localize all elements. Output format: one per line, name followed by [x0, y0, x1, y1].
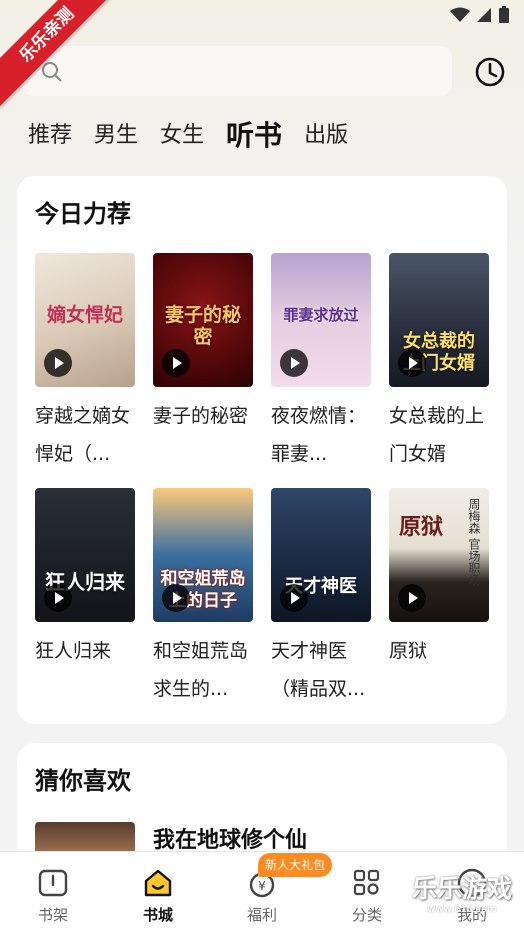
play-icon[interactable] [44, 349, 72, 377]
watermark-text: 乐乐游戏 [411, 874, 512, 903]
book-cover[interactable]: 罪妻求放过 [271, 253, 371, 387]
search-row [22, 46, 506, 98]
tab-female[interactable]: 女生 [160, 114, 204, 158]
status-icons [450, 6, 510, 24]
wifi-icon [450, 7, 470, 22]
nav-category[interactable]: 分类 [327, 866, 407, 925]
book-item[interactable]: 嫡女悍妃 穿越之嫡女悍妃（... [35, 253, 135, 473]
search-icon [42, 62, 62, 82]
cover-title: 罪妻求放过 [283, 305, 359, 324]
book-item[interactable]: 天才神医 天才神医（精品双... [271, 488, 371, 708]
history-clock-icon[interactable] [474, 56, 506, 88]
play-icon[interactable] [162, 584, 190, 612]
book-cover[interactable]: 狂人归来 [35, 488, 135, 622]
section-title: 猜你喜欢 [35, 767, 131, 795]
book-title[interactable]: 我在地球修个仙 [153, 822, 307, 854]
book-item[interactable]: 和空姐荒岛上的日子 和空姐荒岛求生的... [153, 488, 253, 708]
today-recommend-card: 今日力荐 嫡女悍妃 穿越之嫡女悍妃（... 妻子的秘密 妻子的秘密 罪妻求放过 … [17, 176, 507, 724]
tab-male[interactable]: 男生 [94, 114, 138, 158]
tab-audiobook[interactable]: 听书 [226, 114, 282, 158]
book-title[interactable]: 和空姐荒岛求生的... [153, 632, 253, 708]
play-icon[interactable] [398, 349, 426, 377]
bookshelf-icon [38, 869, 68, 897]
play-icon[interactable] [280, 349, 308, 377]
book-item[interactable]: 妻子的秘密 妻子的秘密 [153, 253, 253, 473]
tab-publish[interactable]: 出版 [304, 114, 348, 158]
cover-title: 嫡女悍妃 [46, 303, 123, 326]
book-item[interactable]: 罪妻求放过 夜夜燃情：罪妻... [271, 253, 371, 473]
book-title[interactable]: 原狱 [389, 632, 489, 708]
book-title[interactable]: 女总裁的上门女婿 [389, 397, 489, 473]
nav-label: 福利 [246, 906, 277, 924]
play-icon[interactable] [280, 584, 308, 612]
nav-label: 分类 [351, 906, 382, 924]
nav-bookshelf[interactable]: 书架 [13, 866, 93, 925]
signal-icon [477, 8, 491, 22]
play-icon[interactable] [398, 584, 426, 612]
battery-icon [499, 6, 509, 23]
book-title[interactable]: 狂人归来 [35, 632, 135, 708]
play-icon[interactable] [44, 584, 72, 612]
category-tabs: 推荐 男生 女生 听书 出版 [28, 114, 370, 158]
cover-subtitle: 周梅森 官场职场 [467, 498, 481, 586]
book-cover[interactable]: 和空姐荒岛上的日子 [153, 488, 253, 622]
book-cover[interactable]: 天才神医 [271, 488, 371, 622]
book-title[interactable]: 天才神医（精品双... [271, 632, 371, 708]
book-title[interactable]: 穿越之嫡女悍妃（... [35, 397, 135, 473]
nav-label: 书架 [37, 906, 68, 924]
play-icon[interactable] [162, 349, 190, 377]
section-title: 今日力荐 [35, 200, 131, 228]
book-item[interactable]: 原狱 周梅森 官场职场 原狱 [389, 488, 489, 708]
book-title[interactable]: 夜夜燃情：罪妻... [271, 397, 371, 473]
nav-label: 书城 [142, 906, 173, 924]
book-item[interactable]: 女总裁的上门女婿 女总裁的上门女婿 [389, 253, 489, 473]
nav-bookstore[interactable]: 书城 [118, 866, 198, 925]
book-title[interactable]: 妻子的秘密 [153, 397, 253, 473]
book-cover[interactable]: 嫡女悍妃 [35, 253, 135, 387]
book-cover[interactable]: 女总裁的上门女婿 [389, 253, 489, 387]
category-grid-icon [353, 869, 380, 896]
tab-recommend[interactable]: 推荐 [28, 114, 72, 158]
svg-text:¥: ¥ [258, 879, 266, 893]
bookstore-home-icon [144, 869, 172, 897]
book-item[interactable]: 狂人归来 狂人归来 [35, 488, 135, 708]
watermark-url: www.61ll.com [427, 904, 497, 915]
book-cover[interactable]: 妻子的秘密 [153, 253, 253, 387]
search-input[interactable] [22, 46, 452, 96]
book-cover[interactable]: 原狱 周梅森 官场职场 [389, 488, 489, 622]
watermark-logo: 乐乐游戏 www.61ll.com [402, 873, 522, 921]
new-user-gift-badge[interactable]: 新人大礼包 [258, 853, 332, 877]
cover-title: 妻子的秘密 [164, 303, 241, 348]
